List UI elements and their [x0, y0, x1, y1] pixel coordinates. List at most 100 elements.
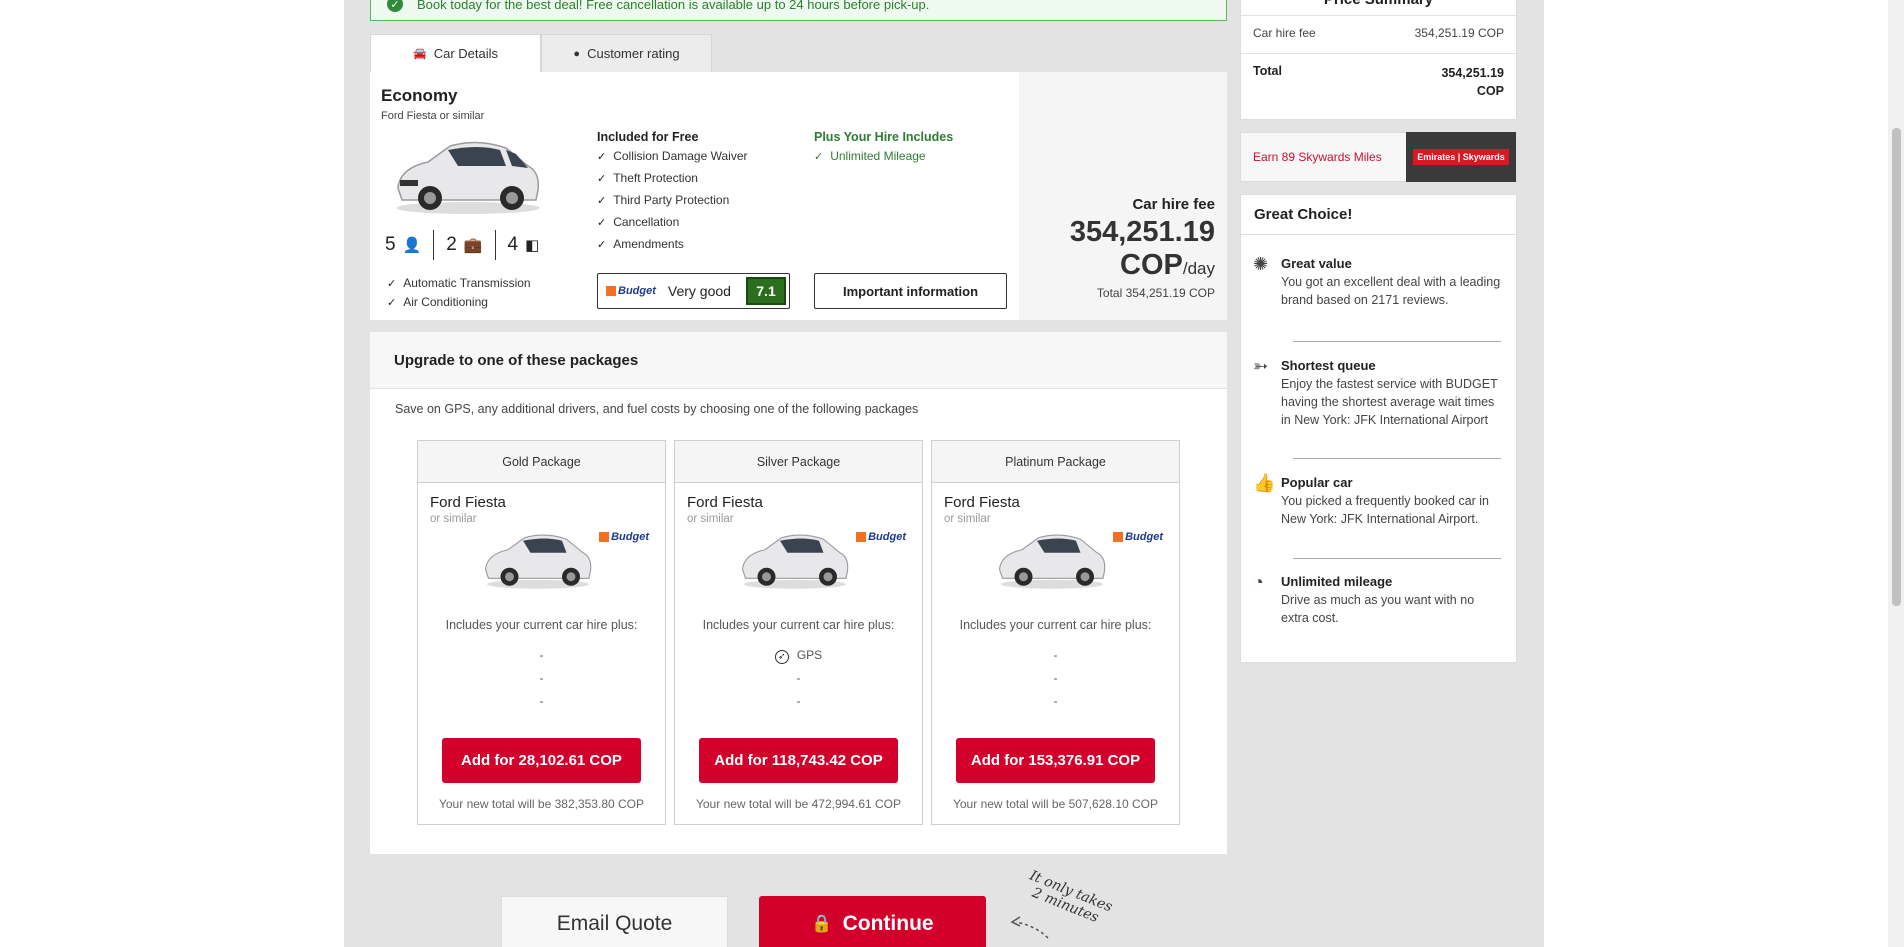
- included-item: ✓ Theft Protection: [597, 168, 748, 190]
- car-model: Ford Fiesta or similar: [381, 110, 485, 122]
- add-silver-package-button[interactable]: Add for 118,743.42 COP: [699, 738, 898, 783]
- important-information-button[interactable]: Important information: [814, 273, 1007, 309]
- included-item: ✓ Collision Damage Waiver: [597, 146, 748, 168]
- continue-button[interactable]: 🔒 Continue: [759, 896, 986, 947]
- check-icon: ✓: [597, 195, 607, 207]
- choice-item-title: Unlimited mileage: [1281, 574, 1393, 589]
- included-title: Included for Free: [597, 130, 699, 144]
- included-label: Collision Damage Waiver: [613, 149, 748, 163]
- price-summary: Price Summary Car hire fee 354,251.19 CO…: [1240, 0, 1517, 120]
- spec-doors: 4 ◧: [496, 230, 552, 260]
- check-icon: ✓: [597, 239, 607, 251]
- supplier-name: Budget: [1125, 531, 1163, 543]
- package-includes: Includes your current car hire plus:: [445, 618, 638, 632]
- check-icon: ✓: [387, 278, 397, 290]
- upgrade-packages-section: Upgrade to one of these packages Save on…: [370, 332, 1227, 854]
- package-line: -: [1053, 694, 1058, 708]
- check-circle-icon: ✓: [387, 0, 403, 12]
- page-scrollbar[interactable]: [1888, 0, 1904, 947]
- bags-count: 2: [446, 234, 457, 255]
- included-item: ✓ Third Party Protection: [597, 190, 748, 212]
- included-item: ✓ Amendments: [597, 234, 748, 256]
- package-line: -: [539, 671, 544, 685]
- included-label: Amendments: [613, 237, 684, 251]
- car-door-icon: ◧: [525, 237, 540, 254]
- skywards-text: Earn 89 Skywards Miles: [1253, 150, 1382, 164]
- car-image: [484, 534, 592, 589]
- car-hire-fee-label: Car hire fee: [1132, 196, 1215, 213]
- package-card-silver: Silver Package Ford Fiesta or similar Bu…: [674, 440, 923, 825]
- check-icon: ✓: [387, 297, 397, 309]
- fast-runner-icon: ➳: [1253, 356, 1269, 376]
- included-list: Included for Free ✓ Collision Damage Waiv…: [597, 128, 748, 256]
- package-line-label: GPS: [796, 648, 823, 662]
- tab-car-details[interactable]: 🚘 Car Details: [370, 34, 541, 72]
- plus-label: Unlimited Mileage: [830, 149, 926, 163]
- choice-item-shortest-queue: ➳ Shortest queue Enjoy the fastest servic…: [1253, 357, 1502, 429]
- package-title: Silver Package: [675, 441, 922, 483]
- summary-fee-row: Car hire fee 354,251.19 COP: [1253, 26, 1504, 40]
- add-platinum-package-button[interactable]: Add for 153,376.91 COP: [956, 738, 1155, 783]
- tab-customer-rating[interactable]: ● Customer rating: [541, 34, 712, 72]
- package-line: -: [539, 648, 544, 662]
- curved-arrow-icon: [1010, 916, 1049, 939]
- gps-icon: ➶: [774, 650, 789, 664]
- package-lines: - - -: [932, 644, 1179, 713]
- car-icon: 🚘: [413, 48, 427, 60]
- tab-label: Customer rating: [587, 46, 680, 61]
- car-details-card: Economy Ford Fiesta or similar 5 👤 2 💼 4 ◧ …: [370, 72, 1227, 320]
- rating-score: 7.1: [746, 277, 786, 305]
- package-car: Ford Fiesta: [430, 494, 506, 511]
- check-icon: ✓: [597, 151, 607, 163]
- package-new-total: Your new total will be 382,353.80 COP: [438, 797, 645, 811]
- fee-per-day: /day: [1182, 259, 1215, 278]
- included-label: Third Party Protection: [613, 193, 730, 207]
- divider: [1293, 558, 1501, 559]
- car-hire-fee-amount: 354,251.19 COP/day: [1070, 216, 1215, 285]
- feature-label: Air Conditioning: [403, 295, 488, 309]
- summary-fee-label: Car hire fee: [1253, 26, 1316, 40]
- package-card-gold: Gold Package Ford Fiesta or similar Budg…: [417, 440, 666, 825]
- budget-logo: Budget: [1113, 531, 1163, 543]
- package-similar: or similar: [944, 513, 991, 525]
- package-includes: Includes your current car hire plus:: [959, 618, 1152, 632]
- great-choice-title: Great Choice!: [1241, 195, 1516, 235]
- packages-intro: Save on GPS, any additional drivers, and…: [395, 402, 919, 416]
- package-lines: ➶ GPS - -: [675, 644, 922, 713]
- divider: [1241, 53, 1516, 54]
- chat-bubble-icon: ●: [573, 47, 581, 60]
- package-line: -: [539, 694, 544, 708]
- plus-item: ✓ Unlimited Mileage: [814, 146, 953, 168]
- check-icon: ✓: [597, 173, 607, 185]
- summary-total-row: Total 354,251.19 COP: [1253, 64, 1504, 100]
- car-image: [396, 141, 540, 214]
- choice-item-popular-car: 👍 Popular car You picked a frequently boo…: [1253, 474, 1502, 528]
- supplier-rating[interactable]: Budget Very good 7.1: [597, 273, 790, 309]
- feature-item: ✓ Air Conditioning: [387, 293, 531, 312]
- email-quote-button[interactable]: Email Quote: [501, 896, 728, 947]
- supplier-name: Budget: [618, 285, 656, 297]
- car-image: [998, 534, 1106, 589]
- free-cancellation-banner: ✓ Book today for the best deal! Free can…: [370, 0, 1227, 21]
- car-specs: 5 👤 2 💼 4 ◧: [385, 230, 551, 260]
- divider: [1293, 458, 1501, 459]
- budget-logo: Budget: [606, 285, 656, 297]
- included-item: ✓ Cancellation: [597, 212, 748, 234]
- included-label: Theft Protection: [613, 171, 698, 185]
- choice-item-title: Popular car: [1281, 475, 1353, 490]
- car-class: Economy: [381, 86, 458, 105]
- plus-includes-list: Plus Your Hire Includes ✓ Unlimited Milea…: [814, 128, 953, 168]
- fee-currency: COP: [1120, 249, 1183, 281]
- package-similar: or similar: [430, 513, 477, 525]
- package-line: ➶ GPS: [675, 644, 922, 667]
- tab-label: Car Details: [433, 46, 498, 61]
- spec-seats: 5 👤: [385, 230, 435, 260]
- budget-logo: Budget: [856, 531, 906, 543]
- spec-bags: 2 💼: [434, 230, 496, 260]
- add-gold-package-button[interactable]: Add for 28,102.61 COP: [442, 738, 641, 783]
- package-line: -: [1053, 648, 1058, 662]
- scrollbar-thumb[interactable]: [1892, 128, 1901, 606]
- thumbs-up-icon: 👍: [1253, 473, 1276, 493]
- package-similar: or similar: [687, 513, 734, 525]
- plus-title: Plus Your Hire Includes: [814, 130, 954, 144]
